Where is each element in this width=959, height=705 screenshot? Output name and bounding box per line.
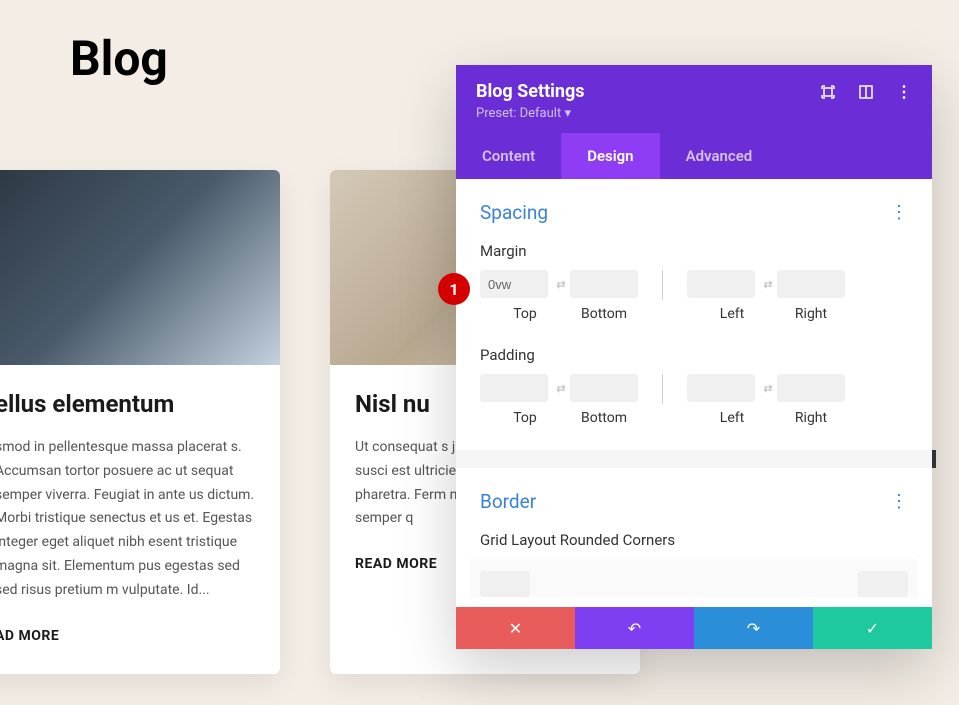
- panel-body: Spacing ⋮ Margin ⇄ Top: [456, 179, 932, 607]
- padding-bottom-input[interactable]: [570, 374, 638, 402]
- card-image: [0, 170, 280, 365]
- panel-tabs: Content Design Advanced: [456, 133, 932, 179]
- annotation-marker: 1: [438, 273, 470, 305]
- padding-top-input[interactable]: [480, 374, 548, 402]
- margin-top-input[interactable]: [480, 270, 548, 298]
- undo-icon: ↶: [628, 619, 641, 638]
- page-title: Blog: [70, 30, 168, 87]
- panel-footer: ✕ ↶ ↷ ✓: [456, 607, 932, 649]
- link-icon[interactable]: ⇄: [552, 379, 570, 397]
- padding-left-input[interactable]: [687, 374, 755, 402]
- chevron-down-icon: ▾: [564, 106, 571, 121]
- link-icon[interactable]: ⇄: [759, 275, 777, 293]
- card-excerpt: smod in pellentesque massa placerat s. A…: [0, 436, 255, 603]
- padding-label: Padding: [480, 346, 908, 364]
- expand-icon[interactable]: [820, 84, 836, 100]
- save-button[interactable]: ✓: [813, 607, 932, 649]
- link-icon[interactable]: ⇄: [552, 275, 570, 293]
- caption-bottom: Bottom: [581, 410, 627, 426]
- section-menu-icon[interactable]: ⋮: [890, 491, 908, 512]
- caption-left: Left: [720, 410, 744, 426]
- undo-button[interactable]: ↶: [575, 607, 694, 649]
- divider: [662, 270, 663, 300]
- read-more-link[interactable]: AD MORE: [0, 628, 59, 644]
- close-icon: ✕: [509, 619, 522, 638]
- cancel-button[interactable]: ✕: [456, 607, 575, 649]
- padding-right-input[interactable]: [777, 374, 845, 402]
- margin-label: Margin: [480, 242, 908, 260]
- more-icon[interactable]: ⋮: [896, 84, 912, 100]
- caption-right: Right: [795, 410, 827, 426]
- link-icon[interactable]: ⇄: [759, 379, 777, 397]
- divider: [662, 374, 663, 404]
- margin-bottom-input[interactable]: [570, 270, 638, 298]
- corners-label: Grid Layout Rounded Corners: [480, 531, 908, 549]
- check-icon: ✓: [866, 619, 879, 638]
- corner-input[interactable]: [858, 571, 908, 597]
- panel-header: Blog Settings ⋮ Preset: Default ▾: [456, 65, 932, 133]
- card-title: ellus elementum: [0, 390, 255, 418]
- tab-design[interactable]: Design: [561, 133, 659, 179]
- caption-left: Left: [720, 306, 744, 322]
- settings-panel: Blog Settings ⋮ Preset: Default ▾ Conten…: [456, 65, 932, 649]
- read-more-link[interactable]: READ MORE: [355, 556, 437, 572]
- border-section-title[interactable]: Border: [480, 490, 536, 513]
- section-divider: [456, 450, 932, 468]
- tab-content[interactable]: Content: [456, 133, 561, 179]
- section-menu-icon[interactable]: ⋮: [890, 202, 908, 223]
- spacing-section-title[interactable]: Spacing: [480, 201, 548, 224]
- preset-selector[interactable]: Preset: Default ▾: [476, 106, 912, 121]
- caption-right: Right: [795, 306, 827, 322]
- caption-top: Top: [513, 306, 537, 322]
- corner-input[interactable]: [480, 571, 530, 597]
- redo-button[interactable]: ↷: [694, 607, 813, 649]
- tab-advanced[interactable]: Advanced: [660, 133, 779, 179]
- columns-icon[interactable]: [858, 84, 874, 100]
- redo-icon: ↷: [747, 619, 760, 638]
- margin-right-input[interactable]: [777, 270, 845, 298]
- panel-title: Blog Settings: [476, 81, 585, 102]
- blog-card: ellus elementum smod in pellentesque mas…: [0, 170, 280, 674]
- margin-left-input[interactable]: [687, 270, 755, 298]
- caption-top: Top: [513, 410, 537, 426]
- corners-row: [470, 559, 918, 597]
- caption-bottom: Bottom: [581, 306, 627, 322]
